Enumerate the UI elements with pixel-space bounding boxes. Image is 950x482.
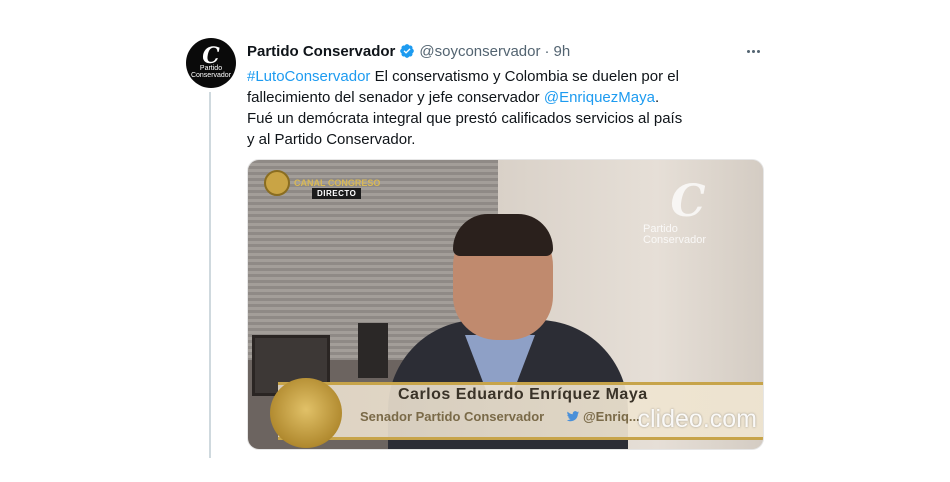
watermark-text: Partido Conservador — [643, 223, 706, 246]
channel-logo-text: CANAL CONGRESO — [294, 178, 381, 188]
more-horizontal-icon[interactable] — [742, 42, 764, 60]
twitter-bird-icon — [566, 411, 580, 422]
congress-seal-icon — [270, 378, 342, 448]
channel-logo-icon — [264, 170, 290, 196]
avatar-logo-line2: Conservador — [190, 72, 232, 79]
hashtag-link[interactable]: #LutoConservador — [247, 68, 370, 85]
author-avatar[interactable]: C Partido Conservador — [186, 38, 236, 88]
tweet-header: Partido Conservador @soyconservador · 9h — [247, 40, 570, 62]
party-watermark: C Partido Conservador — [643, 180, 733, 250]
header-separator: · — [544, 42, 550, 60]
more-dot — [756, 49, 760, 53]
clideo-watermark: clideo.com — [637, 405, 758, 433]
live-badge: DIRECTO — [312, 188, 362, 199]
lower-third-role: Senador Partido Conservador — [360, 409, 545, 424]
tweet-text: #LutoConservador El conservatismo y Colo… — [247, 66, 687, 150]
avatar-logo-glyph: C — [202, 43, 220, 69]
tweet-video[interactable]: CANAL CONGRESO DIRECTO C Partido Conserv… — [247, 159, 764, 450]
thread-line — [209, 92, 211, 458]
watermark-glyph: C — [670, 176, 706, 227]
tweet-timestamp[interactable]: 9h — [554, 43, 571, 60]
verified-badge-icon — [400, 44, 415, 58]
shelf-object — [358, 323, 388, 378]
avatar-logo-line1: Partido — [199, 65, 223, 72]
lower-third-handle-text: @Enriq... — [583, 409, 640, 424]
mention-link[interactable]: @EnriquezMaya — [544, 89, 655, 106]
author-handle[interactable]: @soyconservador — [419, 43, 540, 60]
more-dot — [751, 49, 755, 53]
speaker-hair — [453, 214, 553, 256]
lower-third-name: Carlos Eduardo Enríquez Maya — [398, 386, 648, 403]
more-dot — [746, 49, 750, 53]
author-name[interactable]: Partido Conservador — [247, 43, 395, 60]
lower-third-handle: @Enriq... — [566, 409, 640, 424]
